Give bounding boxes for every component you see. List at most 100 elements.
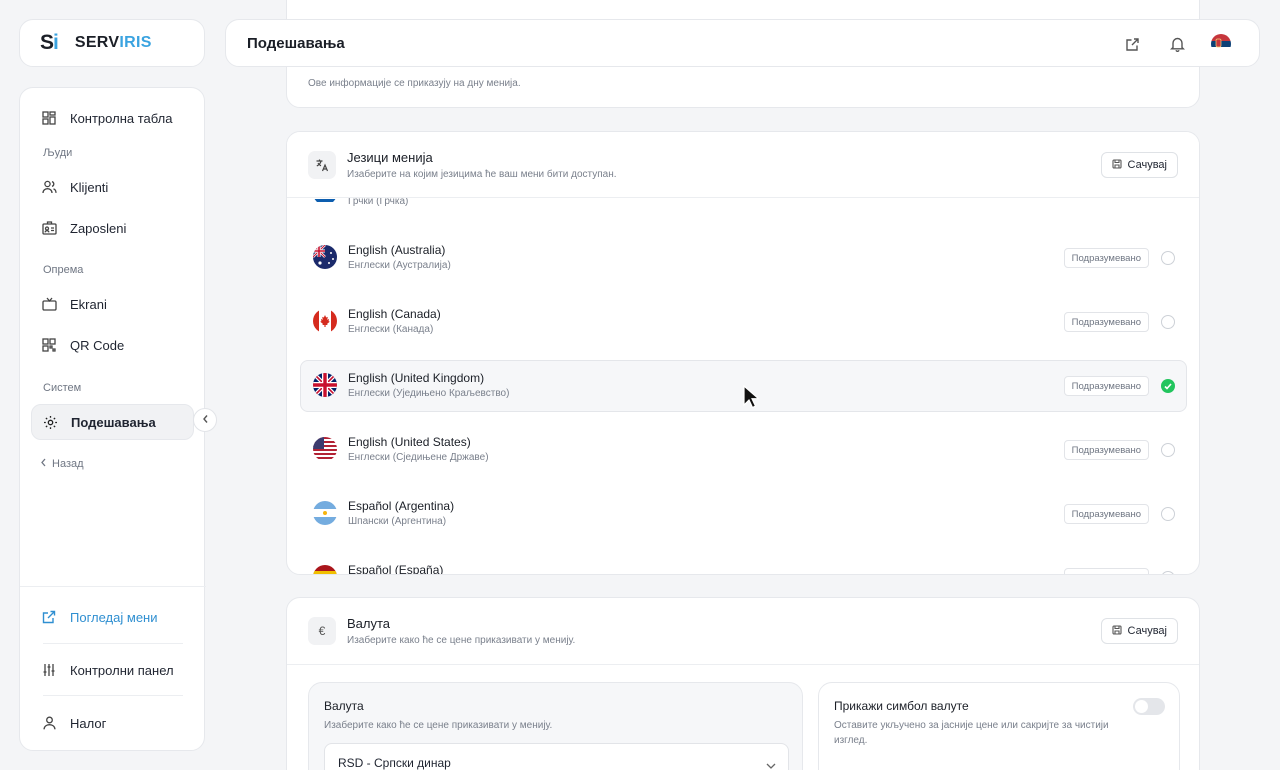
sidebar-item-label: Подешавања — [71, 414, 156, 430]
language-radio-checked[interactable] — [1161, 379, 1175, 393]
divider — [43, 695, 183, 696]
currency-symbol-toggle[interactable] — [1133, 698, 1165, 715]
save-label: Сачувај — [1127, 625, 1167, 637]
translate-icon — [308, 151, 336, 179]
chevron-left-icon — [202, 411, 209, 429]
currency-symbol-box: Прикажи симбол валуте Оставите укључено … — [818, 682, 1180, 770]
language-radio[interactable] — [1161, 251, 1175, 265]
qr-code-icon — [41, 337, 57, 353]
language-row-es-ar[interactable]: Español (Argentina) Шпански (Аргентина) … — [300, 488, 1187, 540]
language-native-name: Енглески (Уједињено Краљевство) — [348, 388, 510, 399]
sidebar-item-clients[interactable]: Klijenti — [31, 169, 194, 205]
language-row-en-au[interactable]: English (Australia) Енглески (Аустралија… — [300, 232, 1187, 284]
save-currency-button[interactable]: Сачувај — [1100, 618, 1178, 644]
default-badge[interactable]: Подразумевано — [1063, 248, 1149, 268]
sidebar-item-label: Налог — [70, 715, 107, 731]
uk-flag-icon — [313, 373, 337, 397]
currency-symbol-desc: Оставите укључено за јасније цене или са… — [834, 720, 1109, 746]
default-badge[interactable]: Подразумевано — [1063, 312, 1149, 332]
currency-symbol-title: Прикажи симбол валуте — [834, 699, 969, 713]
sidebar-item-account[interactable]: Налог — [31, 705, 194, 741]
external-link-icon — [41, 609, 57, 625]
toggle-knob — [1135, 700, 1148, 713]
menu-languages-card: Језици менија Изаберите на којим језицим… — [286, 131, 1200, 575]
language-name: English (Australia) — [348, 243, 446, 257]
currency-card: € Валута Изаберите како ће се цене прика… — [286, 597, 1200, 770]
spain-flag-icon — [313, 565, 337, 574]
sidebar-item-label: QR Code — [70, 337, 125, 353]
sidebar-item-label: Ekrani — [70, 296, 107, 312]
sidebar-item-dashboard[interactable]: Контролна табла — [31, 100, 194, 136]
sidebar: Контролна табла Људи Klijenti Zaposleni … — [19, 87, 206, 751]
save-icon — [1111, 158, 1122, 172]
check-icon — [1164, 377, 1172, 395]
user-icon — [41, 715, 57, 731]
currency-box-title: Валута — [324, 699, 364, 713]
sidebar-item-screens[interactable]: Ekrani — [31, 286, 194, 322]
page-title: Подешавања — [247, 34, 345, 52]
brand-name: SERVIRIS — [74, 34, 152, 51]
language-name: Español (España) — [348, 563, 444, 575]
top-header: Подешавања — [225, 19, 1260, 67]
language-native-name: Енглески (Сједињене Државе) — [348, 452, 489, 463]
default-badge[interactable]: Подразумевано — [1063, 568, 1149, 574]
sidebar-item-control-panel[interactable]: Контролни панел — [31, 652, 194, 688]
language-native-name: Енглески (Аустралија) — [348, 260, 451, 271]
mouse-cursor-icon — [743, 384, 761, 414]
sidebar-item-label: Контролни панел — [70, 662, 174, 678]
back-link-label: Назад — [52, 458, 84, 470]
language-name: Español (Argentina) — [348, 499, 455, 513]
card-subtitle: Изаберите на којим језицима ће ваш мени … — [347, 169, 617, 180]
divider — [20, 586, 206, 587]
view-menu-link[interactable]: Погледај мени — [31, 599, 194, 635]
argentina-flag-icon — [313, 501, 337, 525]
language-name: English (Canada) — [348, 307, 441, 321]
default-badge[interactable]: Подразумевано — [1063, 504, 1149, 524]
card-title: Валута — [347, 616, 391, 631]
card-title: Језици менија — [347, 150, 433, 165]
language-row-en-ca[interactable]: English (Canada) Енглески (Канада) Подра… — [300, 296, 1187, 348]
sliders-icon — [41, 662, 57, 678]
save-label: Сачувај — [1127, 159, 1167, 171]
save-icon — [1111, 624, 1122, 638]
default-badge[interactable]: Подразумевано — [1063, 376, 1149, 396]
id-card-icon — [41, 220, 57, 236]
usa-flag-icon — [313, 437, 337, 461]
language-radio[interactable] — [1161, 443, 1175, 457]
bell-icon[interactable] — [1168, 35, 1186, 53]
divider — [43, 643, 183, 644]
language-radio[interactable] — [1161, 507, 1175, 521]
sidebar-item-label: Контролна табла — [70, 110, 173, 126]
card-header: Језици менија Изаберите на којим језицим… — [287, 132, 1199, 198]
australia-flag-icon — [313, 245, 337, 269]
divider — [287, 664, 1199, 665]
language-row-es-es[interactable]: Español (España) Подразумевано — [300, 552, 1187, 575]
language-native-name: Енглески (Канада) — [348, 324, 434, 335]
currency-box-desc: Изаберите како ће се цене приказивати у … — [324, 720, 553, 731]
language-radio[interactable] — [1161, 571, 1175, 574]
language-native-name: Шпански (Аргентина) — [348, 516, 447, 527]
save-languages-button[interactable]: Сачувај — [1100, 152, 1178, 178]
currency-select[interactable]: RSD - Српски динар — [324, 743, 789, 770]
back-link[interactable]: Назад — [40, 458, 84, 470]
language-name: English (United Kingdom) — [348, 371, 485, 385]
serbia-flag-icon[interactable] — [1211, 34, 1231, 54]
chevron-left-icon — [40, 458, 47, 470]
card-subtitle: Изаберите како ће се цене приказивати у … — [347, 635, 576, 646]
collapse-sidebar-button[interactable] — [193, 408, 217, 432]
brand-logo[interactable]: Si SERVIRIS — [19, 19, 205, 67]
sidebar-item-settings[interactable]: Подешавања — [31, 404, 194, 440]
euro-icon: € — [308, 617, 336, 645]
section-label-system: Систем — [43, 382, 82, 394]
language-row-en-us[interactable]: English (United States) Енглески (Сједињ… — [300, 424, 1187, 476]
external-link-icon[interactable] — [1123, 35, 1141, 53]
language-radio[interactable] — [1161, 315, 1175, 329]
currency-select-box: Валута Изаберите како ће се цене прикази… — [308, 682, 803, 770]
section-label-people: Људи — [43, 147, 73, 159]
sidebar-item-qr-code[interactable]: QR Code — [31, 327, 194, 363]
users-icon — [41, 179, 57, 195]
sidebar-item-employees[interactable]: Zaposleni — [31, 210, 194, 246]
dashboard-icon — [41, 110, 57, 126]
canada-flag-icon — [313, 309, 337, 333]
default-badge[interactable]: Подразумевано — [1063, 440, 1149, 460]
